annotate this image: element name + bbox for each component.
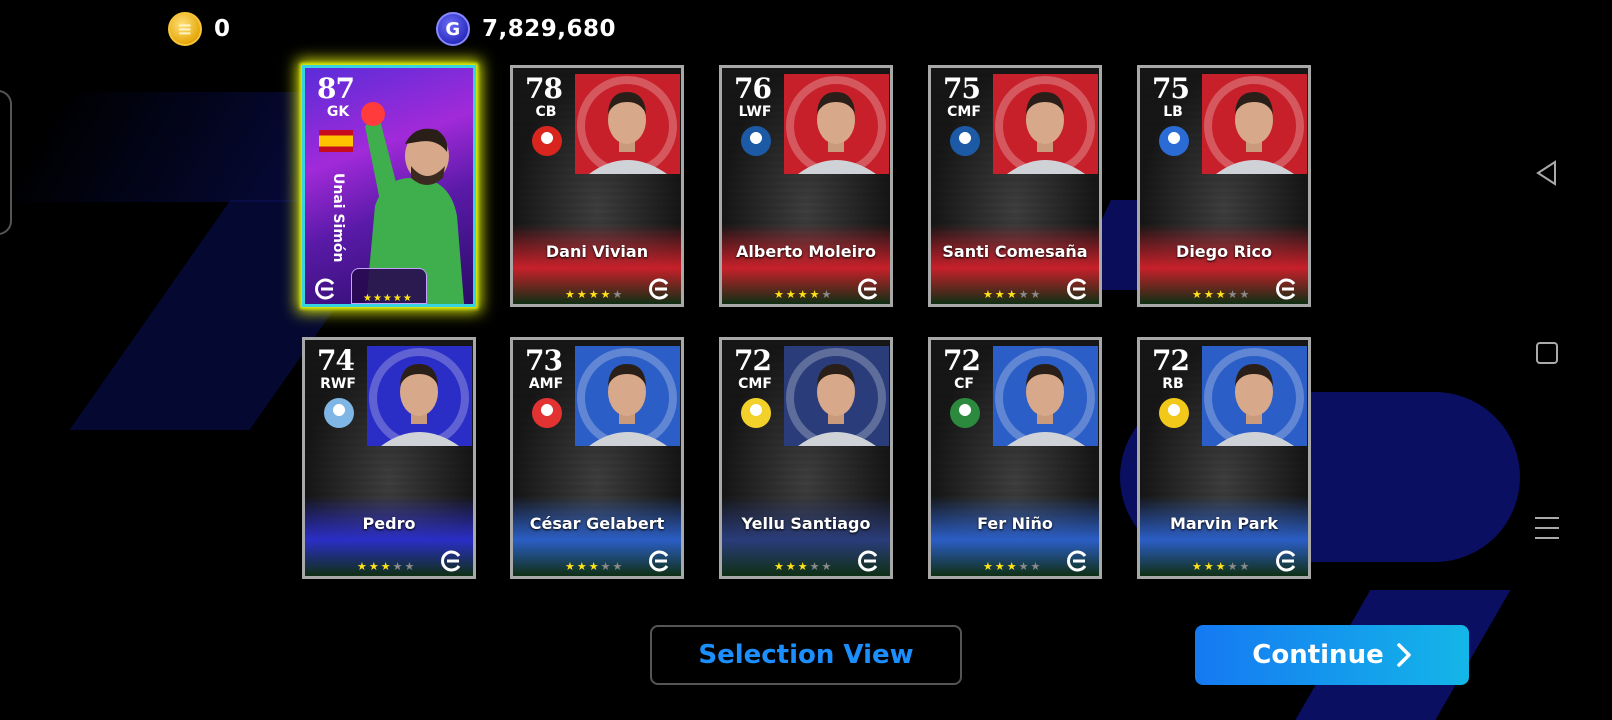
player-card[interactable]: 73 AMF César Gelabert ★★★★★: [510, 337, 684, 579]
club-badge-icon: [1159, 398, 1189, 428]
player-portrait: [575, 74, 680, 174]
player-position: LB: [1163, 104, 1183, 120]
gp-amount: 7,829,680: [482, 16, 616, 42]
player-card[interactable]: 78 CB Dani Vivian ★★★★★: [510, 65, 684, 307]
player-rating: 75: [1152, 72, 1190, 105]
coin-balance: ≡ 0: [168, 12, 231, 46]
player-rating: 72: [734, 344, 772, 377]
player-name: Marvin Park: [1169, 514, 1279, 533]
player-name: Yellu Santiago: [741, 514, 871, 533]
player-portrait: [993, 346, 1098, 446]
efootball-logo-icon: [1276, 278, 1296, 300]
spain-flag-icon: [319, 130, 353, 152]
efootball-logo-icon: [441, 550, 461, 572]
chevron-right-icon: [1396, 643, 1411, 667]
player-rating: 73: [525, 344, 563, 377]
efootball-logo-icon: [858, 278, 878, 300]
efootball-logo-icon: [649, 550, 669, 572]
club-badge-icon: [950, 398, 980, 428]
player-card[interactable]: 72 CF Fer Niño ★★★★★: [928, 337, 1102, 579]
player-card[interactable]: 75 LB Diego Rico ★★★★★: [1137, 65, 1311, 307]
player-name: Santi Comesaña: [942, 242, 1088, 261]
recents-nav-icon[interactable]: [1534, 515, 1560, 541]
player-rating: 87: [317, 72, 355, 105]
player-position: RWF: [320, 376, 356, 392]
player-name: Dani Vivian: [545, 242, 649, 261]
side-drawer-handle[interactable]: [0, 90, 12, 235]
player-portrait: [367, 346, 472, 446]
gp-icon: G: [436, 12, 470, 46]
selection-view-label: Selection View: [698, 640, 914, 670]
player-name: Alberto Moleiro: [736, 242, 876, 261]
star-rating: ★★★★★: [774, 560, 834, 573]
star-rating: ★★★★★: [1192, 288, 1252, 301]
club-badge-icon: [324, 398, 354, 428]
player-card[interactable]: 87 GK Unai Simón ★★★★★: [302, 65, 476, 307]
efootball-logo-icon: [1067, 278, 1087, 300]
star-rating: ★★★★★: [1192, 560, 1252, 573]
player-card[interactable]: 76 LWF Alberto Moleiro ★★★★★: [719, 65, 893, 307]
star-rating: ★★★★★: [363, 293, 413, 304]
club-badge-icon: [1159, 126, 1189, 156]
player-card[interactable]: 72 CMF Yellu Santiago ★★★★★: [719, 337, 893, 579]
player-position: RB: [1162, 376, 1184, 392]
player-name: Pedro: [362, 514, 416, 533]
player-position: CF: [954, 376, 974, 392]
player-name: César Gelabert: [529, 514, 665, 533]
home-nav-icon[interactable]: [1534, 340, 1560, 366]
player-rating: 76: [734, 72, 772, 105]
player-position: CMF: [738, 376, 772, 392]
back-nav-icon[interactable]: [1534, 160, 1560, 186]
coin-amount: 0: [214, 16, 231, 42]
player-portrait: [784, 346, 889, 446]
player-rating: 72: [1152, 344, 1190, 377]
player-portrait: [1202, 74, 1307, 174]
player-card[interactable]: 74 RWF Pedro ★★★★★: [302, 337, 476, 579]
star-rating: ★★★★★: [565, 288, 625, 301]
player-portrait: [784, 74, 889, 174]
player-portrait: [993, 74, 1098, 174]
player-position: CMF: [947, 104, 981, 120]
player-portrait: [1202, 346, 1307, 446]
player-position: AMF: [528, 376, 564, 392]
star-rating: ★★★★★: [983, 560, 1043, 573]
efootball-logo-icon: [1067, 550, 1087, 572]
player-rating: 74: [317, 344, 355, 377]
player-portrait: [575, 346, 680, 446]
player-card[interactable]: 75 CMF Santi Comesaña ★★★★★: [928, 65, 1102, 307]
continue-label: Continue: [1252, 640, 1384, 670]
club-badge-icon: [741, 126, 771, 156]
star-rating: ★★★★★: [565, 560, 625, 573]
star-rating: ★★★★★: [774, 288, 834, 301]
club-badge-icon: [950, 126, 980, 156]
club-badge-icon: [532, 126, 562, 156]
player-card[interactable]: 72 RB Marvin Park ★★★★★: [1137, 337, 1311, 579]
efootball-logo-icon: [649, 278, 669, 300]
player-position: LWF: [738, 104, 772, 120]
efootball-logo-icon: [1276, 550, 1296, 572]
selection-view-button[interactable]: Selection View: [650, 625, 962, 685]
club-badge-icon: [532, 398, 562, 428]
player-rating: 78: [525, 72, 563, 105]
player-name: Fer Niño: [977, 514, 1053, 533]
player-name: Diego Rico: [1176, 242, 1272, 261]
player-rating: 72: [943, 344, 981, 377]
gp-balance: G 7,829,680: [436, 12, 616, 46]
efootball-logo-icon: [315, 278, 335, 300]
star-rating: ★★★★★: [983, 288, 1043, 301]
efootball-logo-icon: [858, 550, 878, 572]
player-rating: 75: [943, 72, 981, 105]
player-position: CB: [535, 104, 557, 120]
efootball-coin-icon: ≡: [168, 12, 202, 46]
player-name: Unai Simón: [330, 173, 346, 263]
continue-button[interactable]: Continue: [1195, 625, 1469, 685]
star-rating: ★★★★★: [357, 560, 417, 573]
player-position: GK: [326, 104, 350, 120]
club-badge-icon: [741, 398, 771, 428]
